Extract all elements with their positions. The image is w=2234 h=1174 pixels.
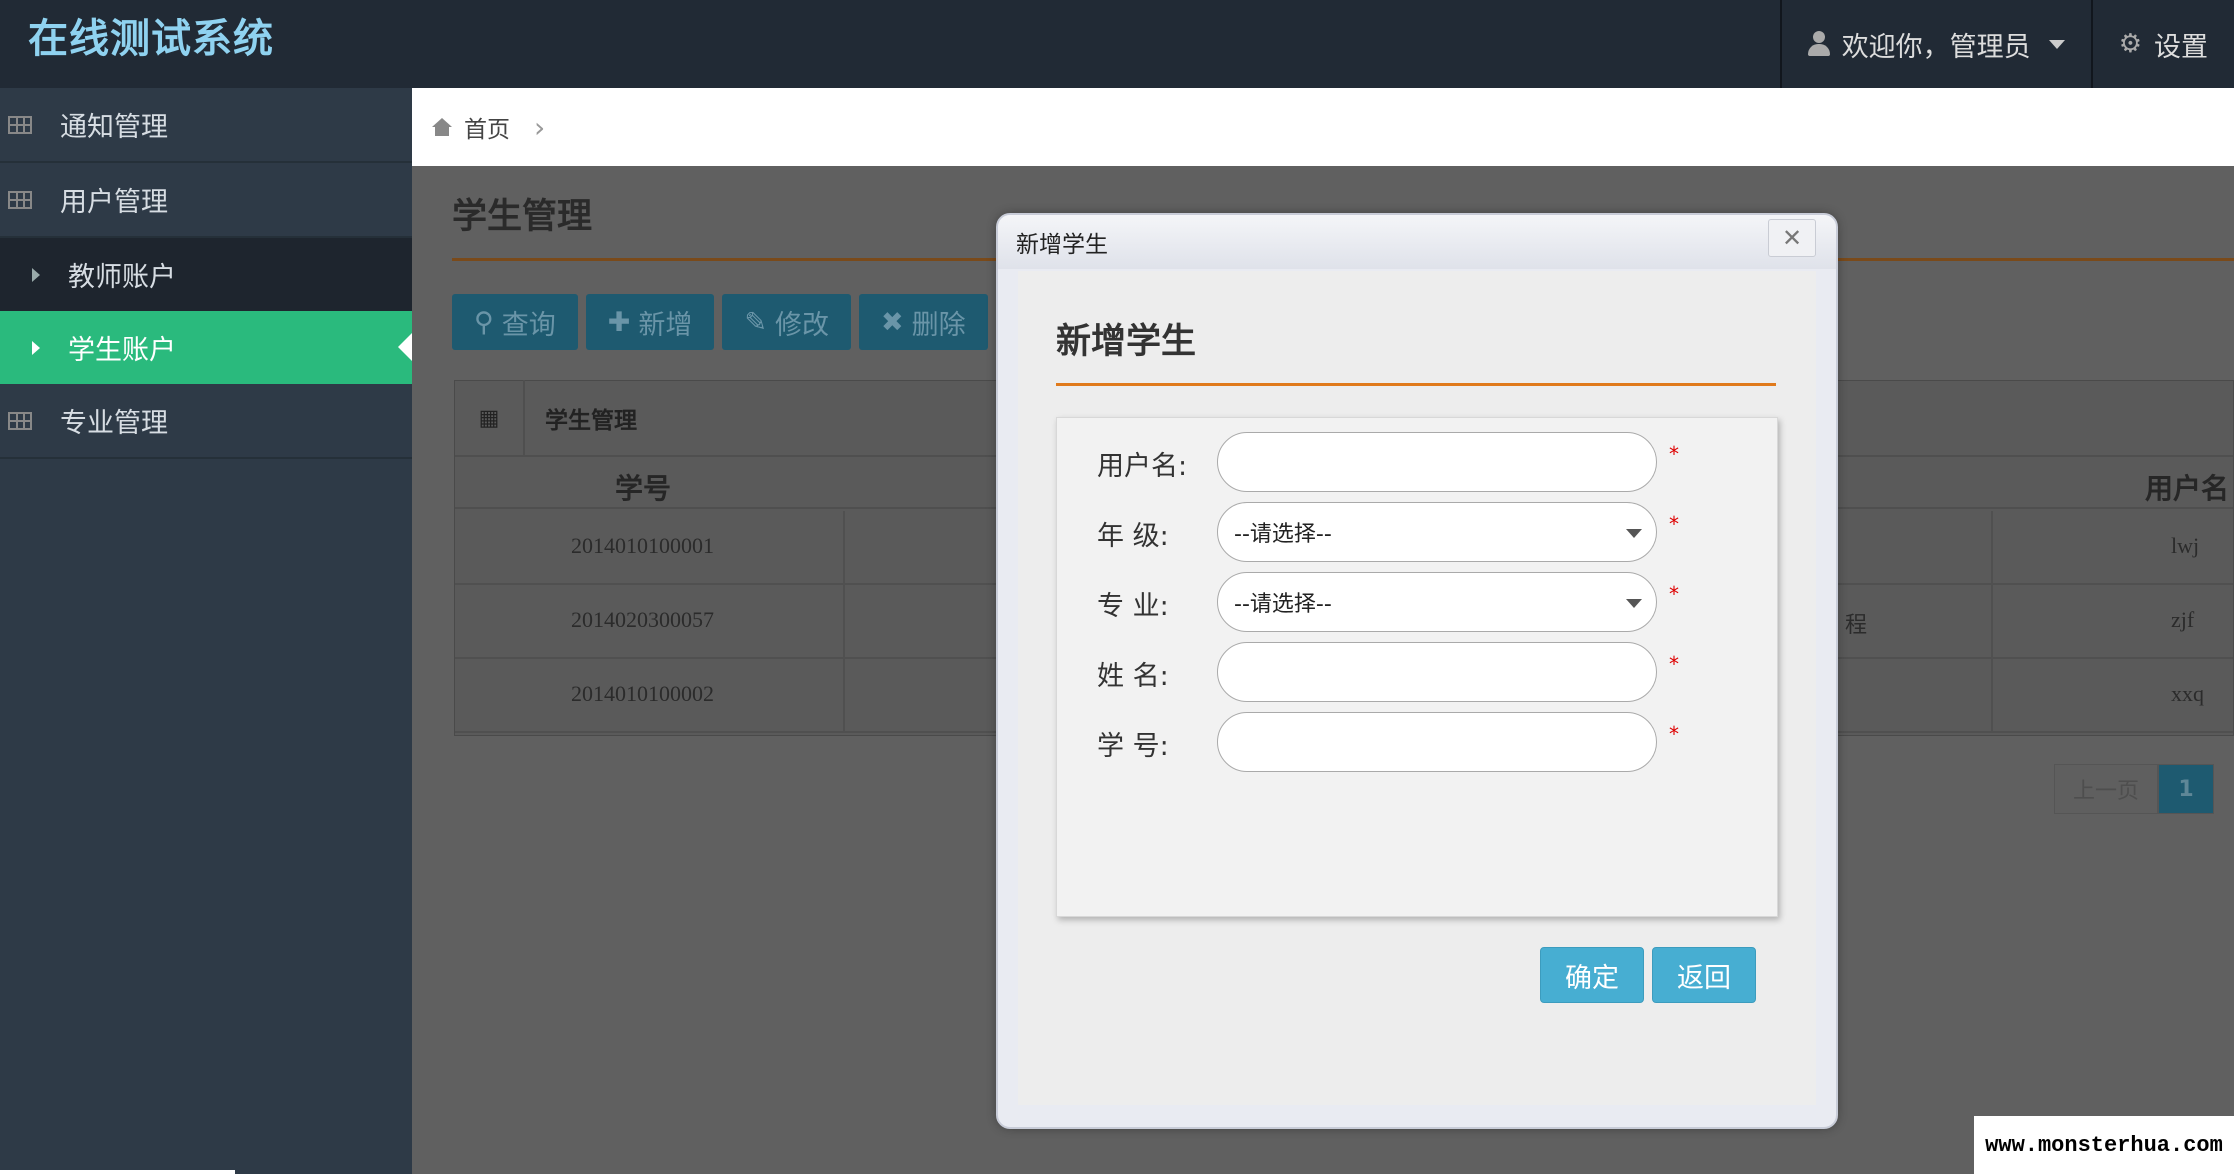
name-label: 姓 名: (1097, 661, 1169, 692)
dialog-titlebar[interactable]: 新增学生 (998, 215, 1836, 269)
settings-label: 设置 (2154, 31, 2208, 63)
dialog-title-divider (1056, 383, 1776, 386)
query-button[interactable]: ⚲ 查询 (452, 294, 578, 350)
name-input[interactable] (1217, 642, 1657, 702)
breadcrumb: 首页 › (412, 88, 2234, 166)
cell-id: 2014020300057 (571, 607, 714, 632)
form-row-major: 专 业: --请选择-- * (1057, 572, 1777, 634)
close-icon: ✖ (881, 306, 904, 338)
student-id-input[interactable] (1217, 712, 1657, 772)
home-icon (432, 118, 452, 136)
required-marker: * (1669, 512, 1679, 536)
required-marker: * (1669, 442, 1679, 466)
cell-username: xxq (2171, 681, 2204, 706)
edit-icon: ✎ (744, 306, 768, 338)
table-icon (8, 115, 32, 134)
grid-title: 学生管理 (545, 408, 637, 434)
major-label: 专 业: (1097, 591, 1169, 622)
required-marker: * (1669, 722, 1679, 746)
edit-button[interactable]: ✎ 修改 (722, 294, 852, 350)
sidebar-item-teacher-accounts[interactable]: 教师账户 (0, 238, 412, 311)
pagination: 上一页 1 (2053, 764, 2214, 814)
toolbar: ⚲ 查询 ✚ 新增 ✎ 修改 ✖ 删除 (452, 294, 988, 350)
sidebar: 通知管理 用户管理 教师账户 学生账户 专业管理 (0, 88, 412, 1174)
user-menu-label: 欢迎你，管理员 (1841, 31, 2031, 63)
app-title: 在线测试系统 (28, 16, 274, 62)
dialog-body: 新增学生 用户名: * 年 级: --请选择-- * 专 业: --请选择-- (1018, 271, 1816, 1105)
back-button[interactable]: 返回 (1652, 947, 1756, 1003)
settings-button[interactable]: ⚙ 设置 (2090, 0, 2234, 88)
watermark: www.monsterhua.com (1974, 1116, 2234, 1174)
cell-mid: 程 (1845, 612, 1868, 637)
dialog-buttons: 确定 返回 (1540, 947, 1756, 1003)
cell-id: 2014010100001 (571, 533, 714, 558)
search-icon: ⚲ (474, 306, 494, 338)
sidebar-item-label: 通知管理 (60, 112, 168, 143)
sidebar-item-label: 学生账户 (68, 335, 176, 366)
sidebar-item-label: 专业管理 (60, 408, 168, 439)
sidebar-item-notice[interactable]: 通知管理 (0, 88, 412, 163)
top-right-menu: 欢迎你，管理员 ⚙ 设置 (1779, 0, 2234, 88)
plus-icon: ✚ (607, 306, 631, 338)
page-title: 学生管理 (452, 197, 593, 237)
chevron-right-icon: › (534, 110, 546, 144)
table-icon (8, 190, 32, 209)
page-1-button[interactable]: 1 (2158, 764, 2214, 814)
table-icon (8, 411, 32, 430)
delete-button[interactable]: ✖ 删除 (859, 294, 988, 350)
username-input[interactable] (1217, 432, 1657, 492)
sidebar-item-label: 用户管理 (60, 187, 168, 218)
form-row-student-id: 学 号: * (1057, 712, 1777, 774)
username-label: 用户名: (1097, 451, 1188, 482)
close-icon[interactable]: ✕ (1768, 219, 1816, 257)
caret-down-icon (2048, 39, 2065, 49)
chevron-down-icon (1626, 599, 1642, 608)
grid-icon: ▦ (455, 380, 525, 456)
scrollbar[interactable] (0, 1170, 235, 1174)
caret-right-icon (32, 267, 40, 282)
top-bar: 在线测试系统 欢迎你，管理员 ⚙ 设置 (0, 0, 2234, 88)
sidebar-item-majors[interactable]: 专业管理 (0, 384, 412, 459)
add-button[interactable]: ✚ 新增 (585, 294, 715, 350)
column-header-id[interactable]: 学号 (615, 467, 671, 507)
add-student-dialog: 新增学生 ✕ 新增学生 用户名: * 年 级: --请选择-- * 专 业: -… (996, 213, 1838, 1129)
confirm-button[interactable]: 确定 (1540, 947, 1644, 1003)
required-marker: * (1669, 652, 1679, 676)
delete-label: 删除 (911, 309, 966, 341)
form-row-username: 用户名: * (1057, 432, 1777, 494)
user-icon (1807, 31, 1830, 57)
cell-username: lwj (2171, 533, 2200, 558)
caret-right-icon (32, 340, 40, 355)
gear-icon: ⚙ (2118, 29, 2142, 59)
column-header-username[interactable]: 用户名 (2145, 467, 2229, 507)
sidebar-item-users[interactable]: 用户管理 (0, 163, 412, 238)
breadcrumb-home[interactable]: 首页 (464, 110, 510, 144)
add-label: 新增 (638, 309, 693, 341)
form-row-grade: 年 级: --请选择-- * (1057, 502, 1777, 564)
dialog-title: 新增学生 (1056, 322, 1197, 362)
grade-select[interactable]: --请选择-- (1217, 502, 1657, 562)
major-select[interactable]: --请选择-- (1217, 572, 1657, 632)
form-row-name: 姓 名: * (1057, 642, 1777, 704)
grade-label: 年 级: (1097, 521, 1169, 552)
required-marker: * (1669, 582, 1679, 606)
query-label: 查询 (501, 309, 556, 341)
student-id-label: 学 号: (1097, 731, 1169, 762)
prev-page-button[interactable]: 上一页 (2053, 764, 2158, 814)
user-menu[interactable]: 欢迎你，管理员 (1779, 0, 2091, 88)
student-form: 用户名: * 年 级: --请选择-- * 专 业: --请选择-- * 姓 名… (1056, 417, 1778, 917)
sidebar-item-student-accounts[interactable]: 学生账户 (0, 311, 412, 384)
cell-username: zjf (2171, 607, 2195, 632)
sidebar-item-label: 教师账户 (68, 262, 176, 293)
dialog-header-title: 新增学生 (1016, 232, 1108, 258)
cell-id: 2014010100002 (571, 681, 714, 706)
major-select-value: --请选择-- (1234, 592, 1332, 617)
chevron-down-icon (1626, 529, 1642, 538)
edit-label: 修改 (775, 309, 830, 341)
grade-select-value: --请选择-- (1234, 522, 1332, 547)
